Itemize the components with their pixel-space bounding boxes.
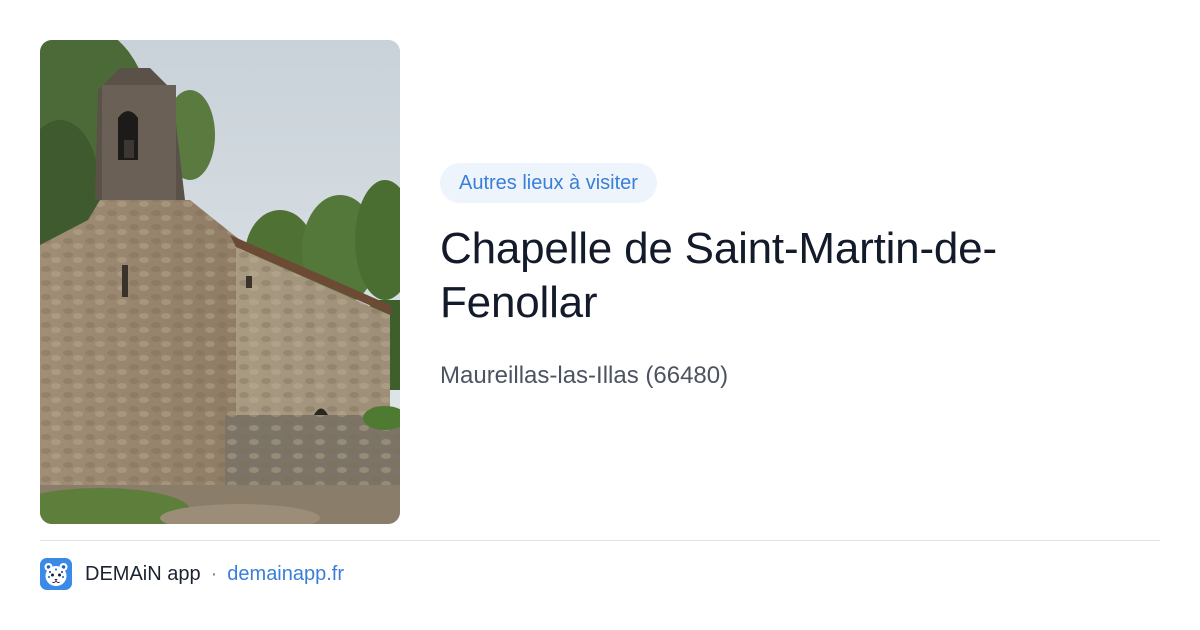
stone-chapel-photo-icon bbox=[40, 40, 400, 524]
footer: DEMAiN app · demainapp.fr bbox=[40, 558, 344, 590]
divider bbox=[40, 540, 1160, 541]
page-title: Chapelle de Saint-Martin-de-Fenollar bbox=[440, 224, 997, 327]
footer-separator: · bbox=[210, 562, 218, 585]
leopard-app-icon bbox=[40, 558, 72, 590]
site-link[interactable]: demainapp.fr bbox=[227, 563, 344, 586]
category-tag[interactable]: Autres lieux à visiter bbox=[440, 163, 657, 203]
chapel-photo bbox=[40, 40, 400, 524]
location-text: Maureillas-las-Illas (66480) bbox=[440, 362, 729, 389]
share-card: Autres lieux à visiter Chapelle de Saint… bbox=[0, 0, 1200, 630]
app-name: DEMAiN app bbox=[85, 562, 201, 585]
card-content: Autres lieux à visiter Chapelle de Saint… bbox=[440, 163, 1160, 390]
